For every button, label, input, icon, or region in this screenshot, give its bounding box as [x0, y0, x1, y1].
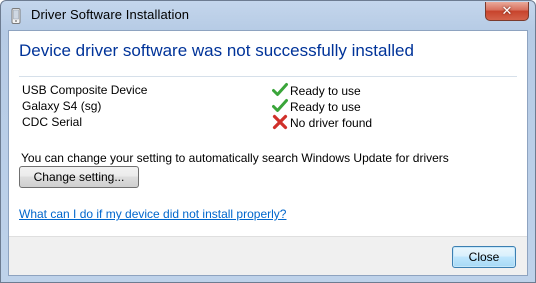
- error-x-icon: [272, 114, 288, 130]
- dialog-content: Device driver software was not successfu…: [8, 30, 528, 276]
- page-title: Device driver software was not successfu…: [19, 41, 414, 60]
- window-title: Driver Software Installation: [31, 7, 190, 22]
- title-bar[interactable]: Driver Software Installation ✕: [1, 1, 535, 31]
- check-icon: [272, 83, 288, 96]
- dialog-footer: Close: [9, 236, 527, 275]
- change-setting-button[interactable]: Change setting...: [19, 166, 139, 188]
- status-text: Ready to use: [290, 83, 361, 98]
- device-name: USB Composite Device: [22, 83, 148, 97]
- list-item: Galaxy S4 (sg) Ready to use: [22, 99, 422, 115]
- device-name: CDC Serial: [22, 115, 83, 129]
- check-icon: [272, 99, 288, 112]
- close-icon: ✕: [501, 3, 513, 18]
- divider: [19, 76, 517, 77]
- device-status: Ready to use: [272, 83, 361, 98]
- list-item: USB Composite Device Ready to use: [22, 83, 422, 99]
- list-item: CDC Serial No driver found: [22, 114, 422, 131]
- device-name: Galaxy S4 (sg): [22, 99, 102, 113]
- device-list: USB Composite Device Ready to use Galaxy…: [22, 83, 422, 131]
- status-text: Ready to use: [290, 99, 361, 114]
- device-status: No driver found: [272, 114, 373, 130]
- device-status: Ready to use: [272, 99, 361, 114]
- device-icon: [11, 8, 21, 24]
- window-close-button[interactable]: ✕: [485, 2, 529, 21]
- help-link[interactable]: What can I do if my device did not insta…: [19, 207, 286, 221]
- close-button[interactable]: Close: [452, 246, 516, 268]
- info-text: You can change your setting to automatic…: [21, 151, 449, 165]
- status-text: No driver found: [290, 115, 373, 130]
- dialog-window: Driver Software Installation ✕ Device dr…: [0, 0, 536, 283]
